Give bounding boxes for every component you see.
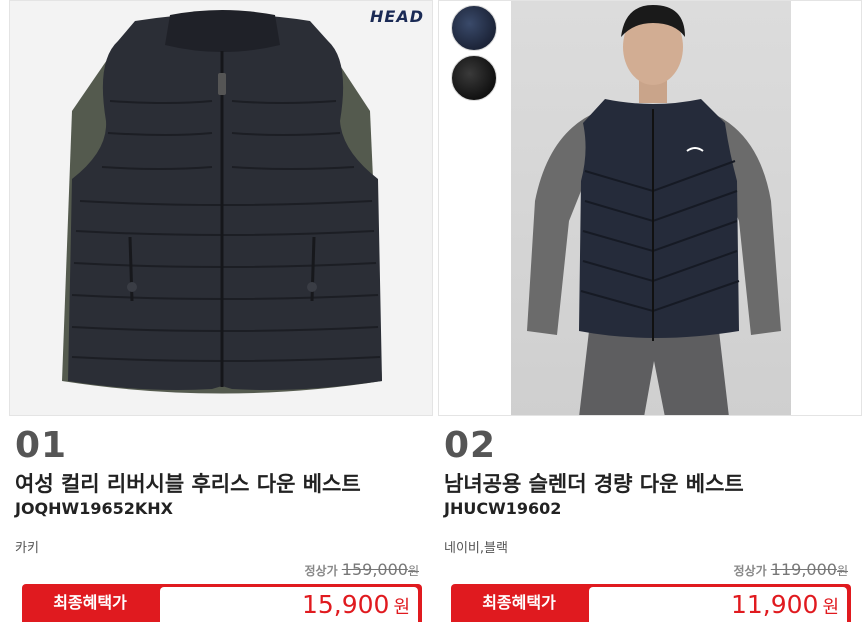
product-color: 카키 bbox=[15, 541, 39, 556]
regular-price-label: 정상가 bbox=[733, 564, 767, 578]
regular-price-label: 정상가 bbox=[304, 564, 338, 578]
regular-price-unit: 원 bbox=[836, 564, 848, 578]
product-name[interactable]: 여성 컬리 리버시블 후리스 다운 베스트 bbox=[15, 468, 361, 498]
product-number: 01 bbox=[15, 425, 68, 466]
brand-logo: HEAD bbox=[370, 7, 424, 26]
final-price-unit: 원 bbox=[822, 597, 839, 618]
final-price-bar: 최종혜택가 11,900 원 bbox=[451, 584, 851, 622]
regular-price: 정상가 159,000원 bbox=[305, 560, 419, 579]
product-image[interactable] bbox=[438, 0, 862, 416]
final-price-box: 11,900 원 bbox=[589, 587, 847, 622]
final-price-value: 11,900 bbox=[730, 590, 819, 619]
model-wearing-vest-illustration bbox=[527, 5, 781, 415]
color-swatch-navy[interactable] bbox=[451, 5, 497, 51]
final-price-label: 최종혜택가 bbox=[482, 593, 556, 612]
product-name[interactable]: 남녀공용 슬렌더 경량 다운 베스트 bbox=[444, 468, 744, 498]
product-color: 네이비,블랙 bbox=[444, 541, 508, 556]
regular-price: 정상가 119,000원 bbox=[734, 560, 848, 579]
product-card-1[interactable]: HEAD 01 여성 컬리 리버시블 후리스 다운 베스트 JOQHW19652… bbox=[9, 0, 433, 622]
regular-price-unit: 원 bbox=[407, 564, 419, 578]
product-code: JOQHW19652KHX bbox=[15, 499, 173, 518]
final-price-bar: 최종혜택가 15,900 원 bbox=[22, 584, 422, 622]
final-price-value: 15,900 bbox=[301, 590, 390, 619]
final-price-box: 15,900 원 bbox=[160, 587, 418, 622]
final-price-unit: 원 bbox=[393, 597, 410, 618]
regular-price-value: 159,000 bbox=[341, 560, 408, 579]
product-code: JHUCW19602 bbox=[444, 499, 562, 518]
regular-price-value: 119,000 bbox=[770, 560, 837, 579]
color-swatch-black[interactable] bbox=[451, 55, 497, 101]
product-number: 02 bbox=[444, 425, 497, 466]
quilted-vest-illustration bbox=[62, 10, 382, 394]
final-price-label: 최종혜택가 bbox=[53, 593, 127, 612]
product-image[interactable]: HEAD bbox=[9, 0, 433, 416]
product-card-2[interactable]: 02 남녀공용 슬렌더 경량 다운 베스트 JHUCW19602 네이비,블랙 … bbox=[438, 0, 862, 622]
